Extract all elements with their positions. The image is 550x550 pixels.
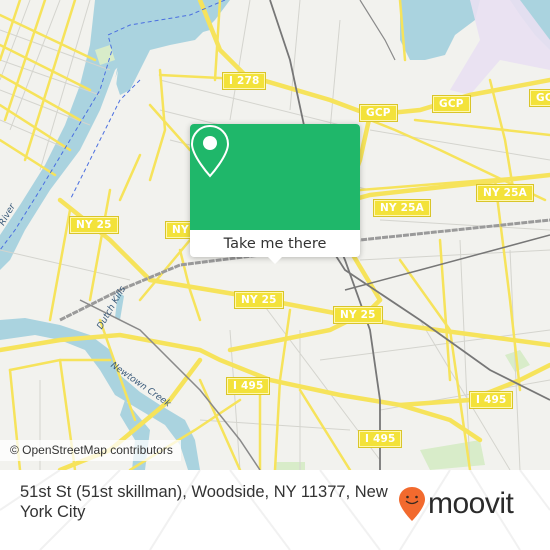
route-shield-i278: I 278 xyxy=(221,72,267,90)
popup-header xyxy=(190,124,360,230)
east-river-upper-water xyxy=(115,0,230,95)
moovit-pin-smile-icon xyxy=(399,487,425,521)
map-pin-icon xyxy=(190,124,230,178)
park xyxy=(420,440,485,470)
route-shield-ny25: NY 25 xyxy=(69,216,119,234)
moovit-logo[interactable]: moovit xyxy=(398,486,514,522)
map-view[interactable]: River Dutch Kills Newtown Creek I 278 GC… xyxy=(0,0,550,470)
route-shield-i495: I 495 xyxy=(225,377,271,395)
route-shield-gcp: GCP xyxy=(359,104,398,122)
attribution-text: © OpenStreetMap contributors xyxy=(10,443,173,457)
route-shield-i495: I 495 xyxy=(468,391,514,409)
route-shield-ny25a: NY 25A xyxy=(373,199,431,217)
bowery-bay-water xyxy=(400,0,480,60)
address-text: 51st St (51st skillman), Woodside, NY 11… xyxy=(20,483,388,521)
take-me-there-button[interactable]: Take me there xyxy=(190,230,360,257)
popup-pointer xyxy=(267,256,283,264)
location-popup: Take me there xyxy=(190,124,360,264)
route-shield-ny25a: NY 25A xyxy=(476,184,534,202)
route-shield-ny25: NY 25 xyxy=(333,306,383,324)
route-shield-gcp: GCP xyxy=(529,89,550,107)
moovit-wordmark: moovit xyxy=(428,487,514,520)
route-shield-gcp: GCP xyxy=(432,95,471,113)
route-shield-ny25: NY 25 xyxy=(234,291,284,309)
map-attribution[interactable]: © OpenStreetMap contributors xyxy=(0,440,181,461)
footer-bar: 51st St (51st skillman), Woodside, NY 11… xyxy=(0,470,550,550)
route-shield-i495: I 495 xyxy=(357,430,403,448)
